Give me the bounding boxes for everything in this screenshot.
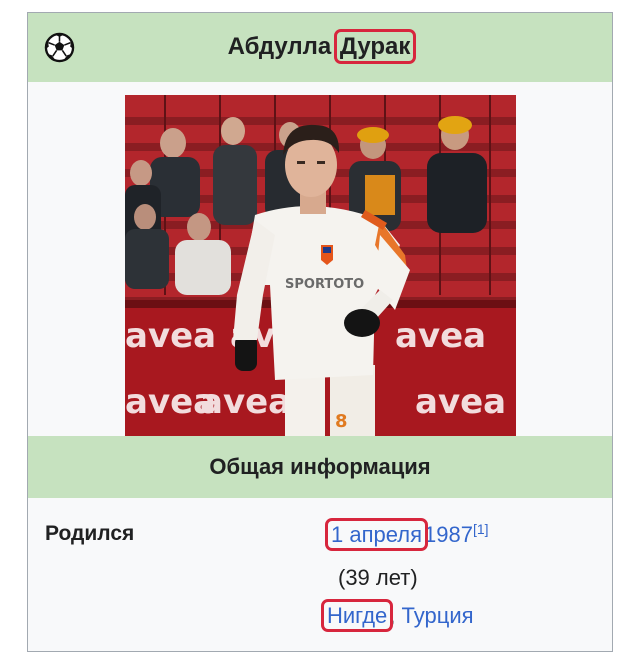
- section-general-info: Общая информация: [28, 436, 612, 498]
- country-link[interactable]: Турция: [402, 603, 474, 628]
- player-photo[interactable]: avea avea avea avea avea avea: [125, 95, 516, 436]
- birth-place-link[interactable]: Нигде: [320, 599, 394, 632]
- infobox-header: Абдулла Дурак: [28, 13, 612, 82]
- reference-link[interactable]: [1]: [473, 521, 489, 537]
- photo-area: avea avea avea avea avea avea: [28, 82, 612, 436]
- svg-text:avea: avea: [200, 382, 291, 422]
- birth-year-link[interactable]: 1987: [424, 522, 473, 547]
- birth-place-line: Нигде, Турция: [320, 599, 474, 632]
- born-date-line: 1 апреля1987[1]: [325, 518, 489, 551]
- birth-date-link[interactable]: 1 апреля: [325, 518, 428, 551]
- title-first-name: Абдулла: [227, 33, 332, 60]
- infobox-title: Абдулла Дурак: [28, 29, 612, 64]
- svg-text:avea: avea: [395, 316, 486, 356]
- svg-text:8: 8: [335, 411, 348, 432]
- svg-text:avea: avea: [125, 316, 216, 356]
- svg-text:avea: avea: [415, 382, 506, 422]
- age-text: (39 лет): [338, 565, 418, 590]
- place-separator: ,: [389, 603, 396, 628]
- svg-text:SPORTOTO: SPORTOTO: [285, 277, 364, 292]
- infobox: Абдулла Дурак avea avea avea avea avea S…: [27, 12, 613, 652]
- title-last-name: Дурак: [333, 29, 417, 64]
- born-label: Родился: [45, 522, 135, 545]
